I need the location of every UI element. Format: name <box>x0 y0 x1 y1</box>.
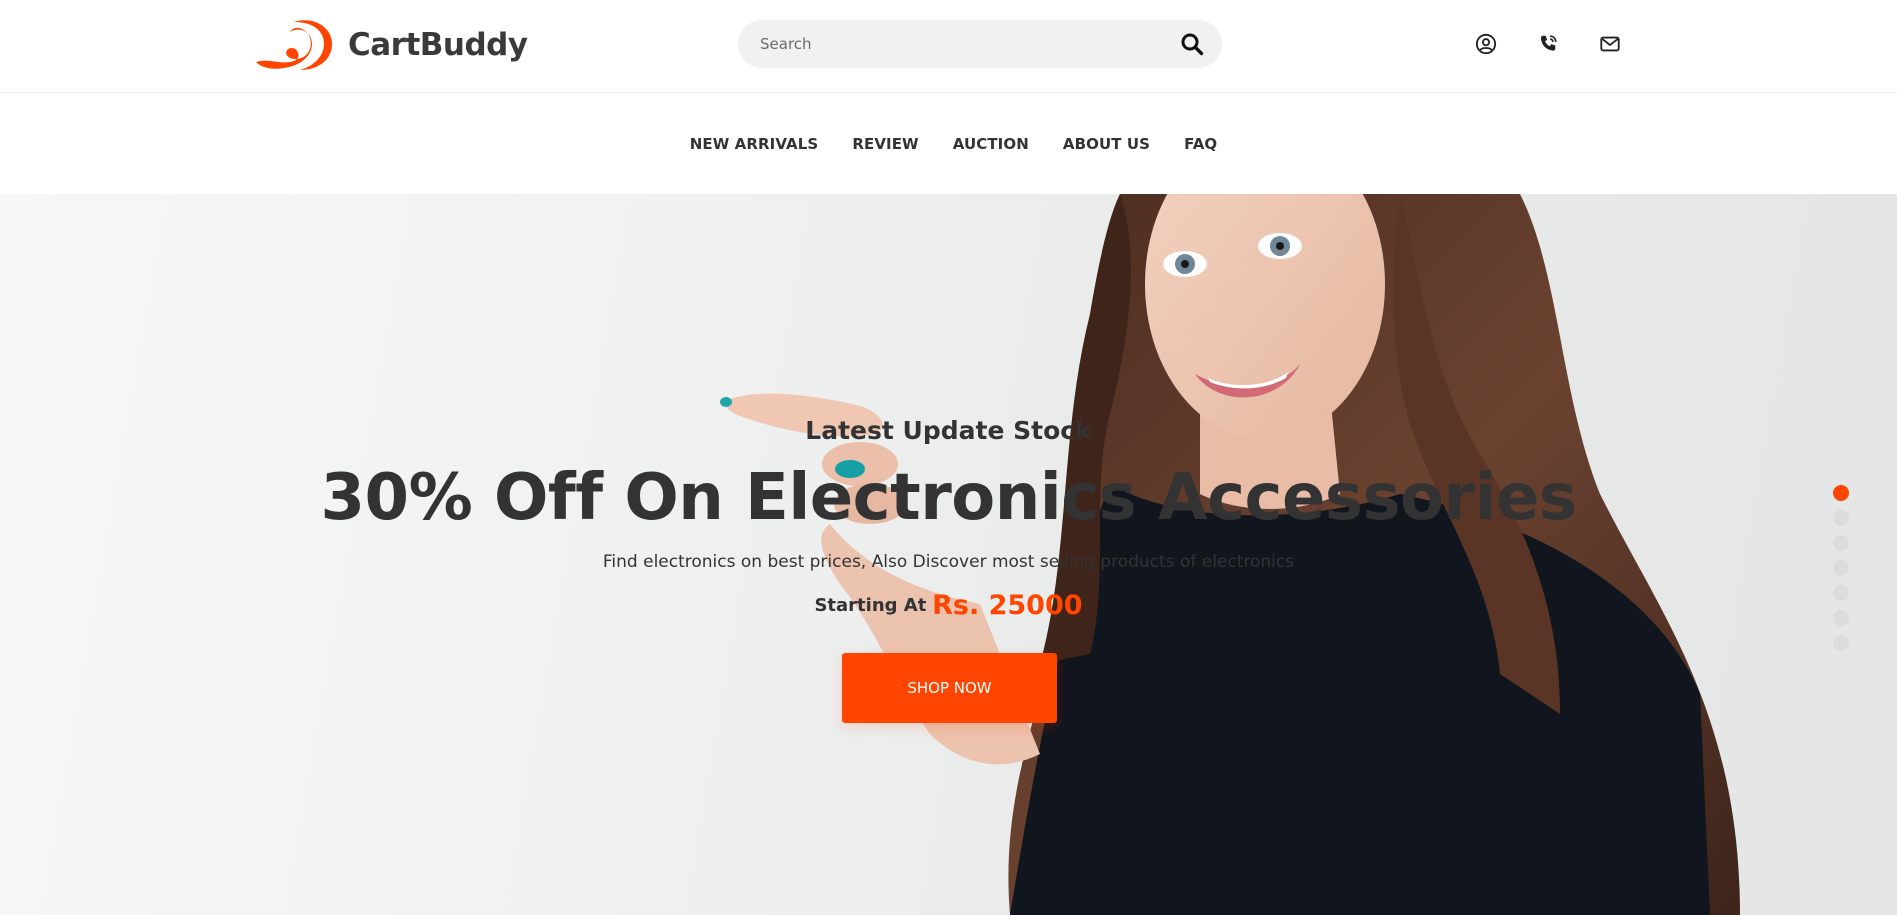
nav-link-about-us[interactable]: ABOUT US <box>1046 135 1167 153</box>
shop-now-button[interactable]: SHOP NOW <box>842 653 1057 723</box>
nav-link-auction[interactable]: AUCTION <box>936 135 1046 153</box>
nav-item: FAQ <box>1167 135 1234 153</box>
phone-icon <box>1541 35 1557 51</box>
nav-item: ABOUT US <box>1046 135 1167 153</box>
search-button[interactable] <box>1176 28 1208 60</box>
nav-link-new-arrivals[interactable]: NEW ARRIVALS <box>673 135 836 153</box>
slider-pagination <box>1833 485 1849 660</box>
hero-price-line: Starting At Rs. 25000 <box>0 590 1897 621</box>
call-button[interactable] <box>1532 28 1564 60</box>
slide-dot[interactable] <box>1833 585 1849 601</box>
nav-item: AUCTION <box>936 135 1046 153</box>
search-bar <box>738 20 1222 68</box>
hero-description: Find electronics on best prices, Also Di… <box>602 552 1295 572</box>
slide-dot[interactable] <box>1833 610 1849 626</box>
slide-dot[interactable] <box>1833 510 1849 526</box>
search-icon <box>1181 33 1204 56</box>
hero-eyebrow: Latest Update Stock <box>805 416 1092 445</box>
nav-link-review[interactable]: REVIEW <box>835 135 935 153</box>
hero-banner: Latest Update Stock 30% Off On Electroni… <box>0 194 1897 915</box>
top-header: CartBuddy <box>0 0 1897 93</box>
brand-logo[interactable]: CartBuddy <box>254 18 528 72</box>
hero-content: Latest Update Stock 30% Off On Electroni… <box>0 194 1897 915</box>
slide-dot[interactable] <box>1833 635 1849 651</box>
brand-name: CartBuddy <box>348 27 528 63</box>
email-button[interactable] <box>1594 28 1626 60</box>
hero-headline: 30% Off On Electronics Accessories <box>320 461 1578 535</box>
slide-dot[interactable] <box>1833 560 1849 576</box>
mail-icon <box>1600 36 1620 52</box>
price-value: Rs. 25000 <box>932 590 1083 621</box>
nav-link-faq[interactable]: FAQ <box>1167 135 1234 153</box>
nav-item: REVIEW <box>835 135 935 153</box>
nav-list: NEW ARRIVALS REVIEW AUCTION ABOUT US FAQ <box>673 135 1235 153</box>
account-button[interactable] <box>1470 28 1502 60</box>
slide-dot[interactable] <box>1833 535 1849 551</box>
slide-dot[interactable] <box>1833 485 1849 501</box>
nav-item: NEW ARRIVALS <box>673 135 836 153</box>
main-nav: NEW ARRIVALS REVIEW AUCTION ABOUT US FAQ <box>0 94 1897 194</box>
user-icon <box>1475 33 1497 55</box>
brand-logo-icon <box>256 20 332 70</box>
search-input[interactable] <box>738 20 1158 68</box>
price-label: Starting At <box>814 595 927 616</box>
